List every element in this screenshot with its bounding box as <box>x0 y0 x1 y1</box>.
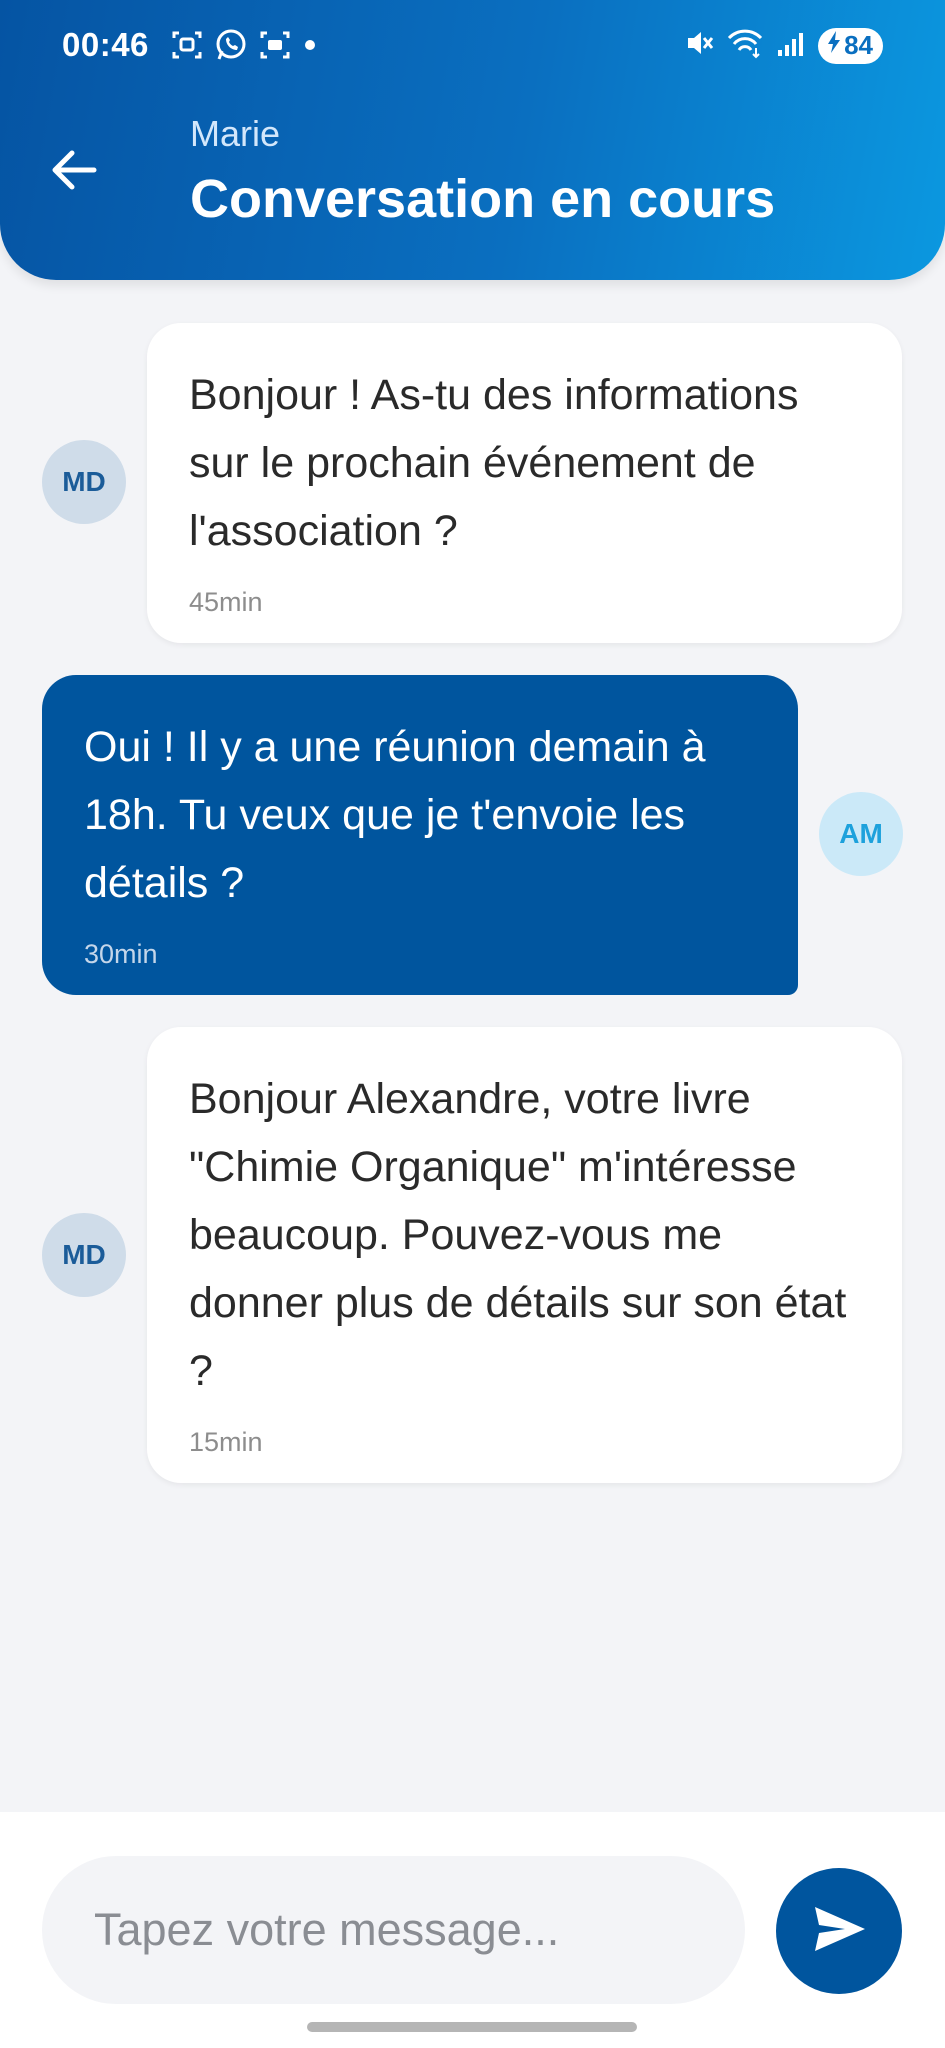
message-text: Bonjour Alexandre, votre livre "Chimie O… <box>189 1075 847 1395</box>
notification-icons <box>170 28 318 67</box>
dot-icon <box>302 28 318 67</box>
avatar-initials: MD <box>62 1239 106 1270</box>
battery-charging-icon <box>826 30 842 61</box>
send-button[interactable] <box>776 1868 902 1994</box>
send-icon <box>809 1899 869 1964</box>
avatar: MD <box>42 440 126 524</box>
message-text: Oui ! Il y a une réunion demain à 18h. T… <box>84 723 706 907</box>
page-title: Conversation en cours <box>190 169 776 229</box>
screenshot-icon <box>170 28 204 67</box>
signal-icon <box>776 26 806 65</box>
status-time: 00:46 <box>62 26 149 63</box>
message-bubble-incoming[interactable]: Bonjour Alexandre, votre livre "Chimie O… <box>147 1027 902 1483</box>
mute-icon <box>684 26 714 65</box>
avatar: AM <box>819 792 903 876</box>
avatar-initials: AM <box>839 818 883 849</box>
message-time: 15min <box>189 1427 263 1457</box>
message-input[interactable] <box>42 1856 745 2004</box>
app-header: 00:46 84 Marie Conversation en cours <box>0 0 945 280</box>
arrow-left-icon <box>44 150 104 204</box>
system-icons: 84 <box>684 26 883 65</box>
contact-name: Marie <box>190 113 281 154</box>
message-text: Bonjour ! As-tu des informations sur le … <box>189 371 799 555</box>
back-button[interactable] <box>44 140 104 200</box>
avatar: MD <box>42 1213 126 1297</box>
avatar-initials: MD <box>62 466 106 497</box>
message-time: 30min <box>84 939 158 969</box>
message-time: 45min <box>189 587 263 617</box>
battery-level: 84 <box>844 30 873 60</box>
status-bar: 00:46 84 <box>0 0 945 92</box>
battery-indicator: 84 <box>818 27 883 64</box>
message-bubble-outgoing[interactable]: Oui ! Il y a une réunion demain à 18h. T… <box>42 675 798 995</box>
home-indicator[interactable] <box>307 2022 637 2032</box>
screen-record-icon <box>258 28 292 67</box>
composer-bar <box>0 1812 945 2048</box>
chat-screen: 00:46 84 Marie Conversation en cours MD … <box>0 0 945 2048</box>
whatsapp-icon <box>214 28 248 67</box>
message-bubble-incoming[interactable]: Bonjour ! As-tu des informations sur le … <box>147 323 902 643</box>
wifi-icon <box>726 26 764 65</box>
